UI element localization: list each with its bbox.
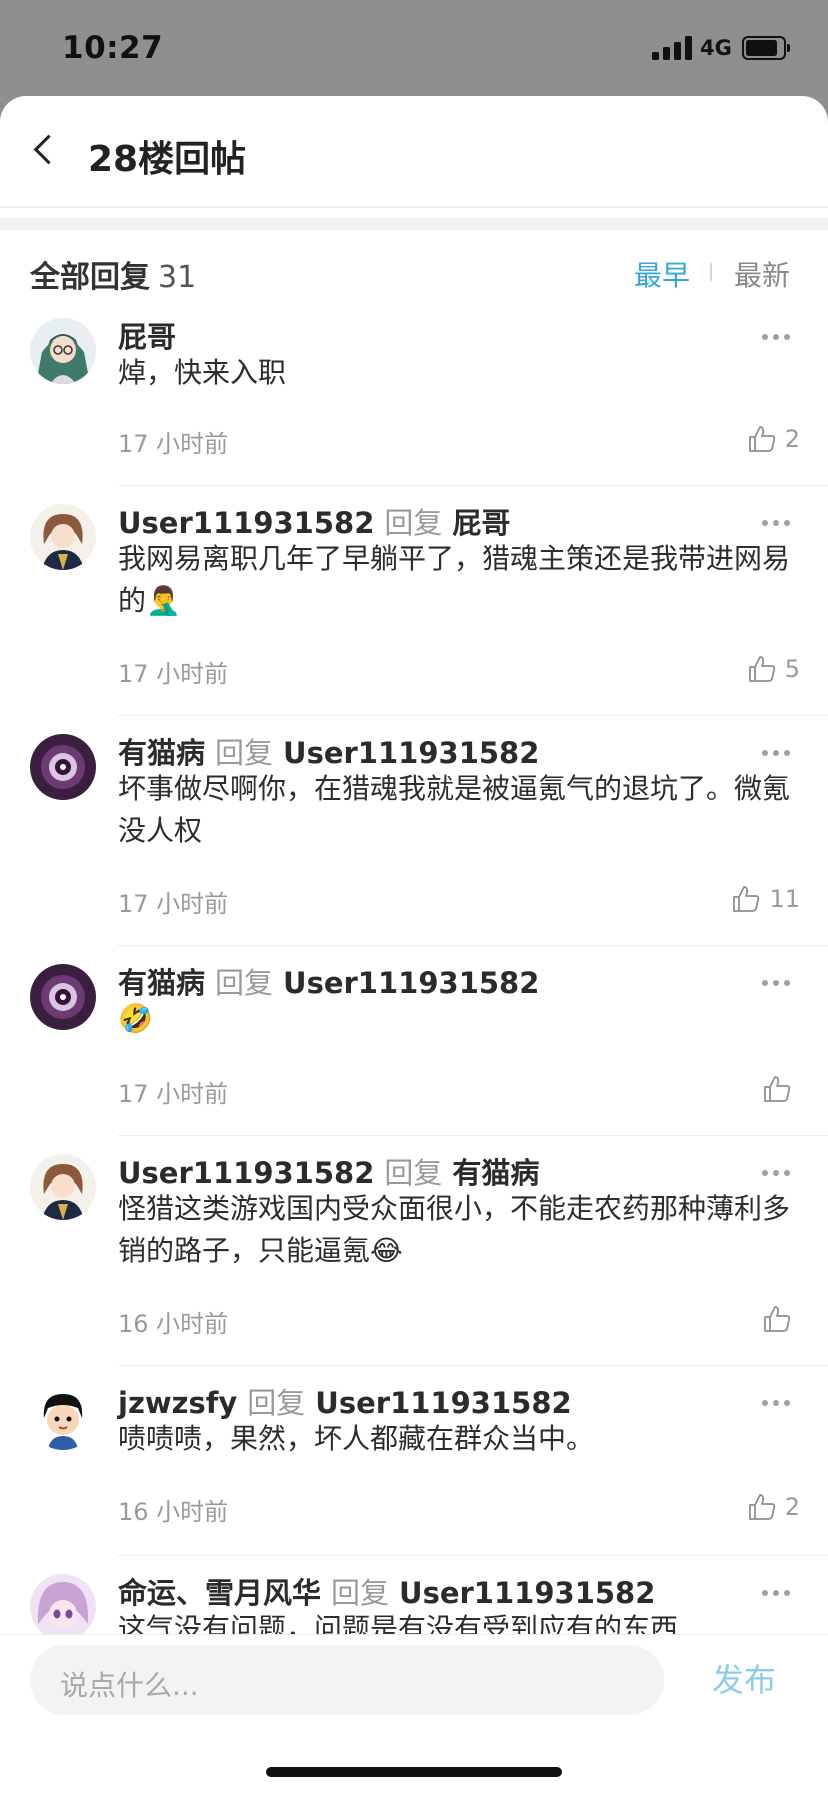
reply-text: 我网易离职几年了早躺平了，猎魂主策还是我带进网易的🤦‍♂️: [118, 542, 791, 617]
reply-header-line: 屁哥: [118, 314, 176, 356]
battery-icon: [742, 36, 790, 60]
username[interactable]: 屁哥: [118, 320, 176, 354]
reply-count: 31: [158, 260, 197, 295]
reply-text: 啧啧啧，果然，坏人都藏在群众当中。: [118, 1422, 595, 1455]
publish-button[interactable]: 发布: [712, 1655, 776, 1701]
like-count: 11: [769, 885, 800, 913]
reply-text: 🤣: [118, 1002, 153, 1035]
reply-header-line: User111931582 回复 有猫病: [118, 1150, 539, 1192]
reply-target-username[interactable]: 有猫病: [452, 1156, 539, 1190]
avatar[interactable]: [30, 1384, 96, 1450]
reply-item[interactable]: jzwzsfy 回复 User111931582 啧啧啧，果然，坏人都藏在群众当中。…: [0, 1366, 828, 1556]
like-count: 2: [784, 425, 800, 453]
more-options-icon[interactable]: [762, 520, 794, 528]
back-arrow-icon[interactable]: [24, 124, 64, 174]
more-options-icon[interactable]: [762, 1170, 794, 1178]
reply-text: 坏事做尽啊你，在猎魂我就是被逼氪气的退坑了。微氪没人权: [118, 772, 791, 847]
reply-time: 17 小时前: [118, 660, 229, 688]
more-options-icon[interactable]: [762, 1590, 794, 1598]
nav-bar: 28楼回帖: [0, 96, 828, 206]
avatar[interactable]: [30, 318, 96, 384]
reply-target-username[interactable]: User111931582: [399, 1576, 655, 1610]
more-options-icon[interactable]: [762, 1400, 794, 1408]
reply-verb: 回复: [215, 966, 274, 1000]
reply-time: 16 小时前: [118, 1310, 229, 1338]
like-button[interactable]: [762, 1302, 800, 1336]
replies-title: 全部回复 31: [30, 260, 197, 295]
status-bar: 10:27 4G: [0, 0, 828, 96]
reply-item[interactable]: 屁哥 焯，快来入职 17 小时前 2: [0, 300, 828, 486]
like-button[interactable]: 2: [747, 1490, 800, 1524]
like-button[interactable]: 5: [747, 652, 800, 686]
home-indicator[interactable]: [266, 1767, 562, 1777]
comment-input-placeholder: 说点什么...: [60, 1669, 199, 1702]
reply-verb: 回复: [384, 1156, 443, 1190]
reply-header-line: 有猫病 回复 User111931582: [118, 730, 539, 772]
like-count: 5: [784, 655, 800, 683]
reply-header-line: User111931582 回复 屁哥: [118, 500, 510, 542]
reply-item[interactable]: 有猫病 回复 User111931582 坏事做尽啊你，在猎魂我就是被逼氪气的退坑了…: [0, 716, 828, 946]
username[interactable]: User111931582: [118, 506, 374, 540]
thumbs-up-icon: [733, 886, 760, 912]
reply-verb: 回复: [247, 1386, 306, 1420]
sort-divider: [710, 263, 712, 281]
username[interactable]: jzwzsfy: [118, 1386, 237, 1420]
reply-list: 屁哥 焯，快来入职 17 小时前 2 User111931582 回复 屁哥 我网易…: [0, 300, 828, 1686]
like-button[interactable]: 11: [731, 882, 800, 916]
divider: [0, 206, 828, 208]
reply-text: 怪猎这类游戏国内受众面很小，不能走农药那种薄利多销的路子，只能逼氪😂: [118, 1192, 791, 1267]
thumbs-up-icon: [748, 656, 775, 682]
reply-item[interactable]: 有猫病 回复 User111931582 🤣 17 小时前: [0, 946, 828, 1136]
more-options-icon[interactable]: [762, 980, 794, 988]
comment-composer: 说点什么... 发布: [0, 1634, 828, 1793]
thumbs-up-icon: [764, 1076, 791, 1102]
sort-earliest-tab[interactable]: 最早: [634, 254, 690, 294]
reply-target-username[interactable]: User111931582: [283, 736, 539, 770]
reply-sheet: 28楼回帖 全部回复 31 最早 最新 屁哥 焯，快来入职 17 小时前 2 U…: [0, 96, 828, 1792]
username[interactable]: 有猫病: [118, 966, 205, 1000]
like-button[interactable]: 2: [747, 422, 800, 456]
page-title: 28楼回帖: [88, 139, 247, 180]
avatar[interactable]: [30, 504, 96, 570]
like-button[interactable]: [762, 1072, 800, 1106]
reply-text: 焯，快来入职: [118, 356, 287, 389]
more-options-icon[interactable]: [762, 334, 794, 342]
avatar[interactable]: [30, 1154, 96, 1220]
reply-verb: 回复: [331, 1576, 390, 1610]
network-type: 4G: [700, 36, 732, 60]
reply-target-username[interactable]: User111931582: [315, 1386, 571, 1420]
reply-time: 16 小时前: [118, 1498, 229, 1526]
username[interactable]: User111931582: [118, 1156, 374, 1190]
replies-header: 全部回复 31 最早 最新: [0, 230, 828, 300]
reply-item[interactable]: User111931582 回复 有猫病 怪猎这类游戏国内受众面很小，不能走农药那种…: [0, 1136, 828, 1366]
reply-header-line: jzwzsfy 回复 User111931582: [118, 1380, 572, 1422]
username[interactable]: 命运、雪月风华: [118, 1576, 321, 1610]
more-options-icon[interactable]: [762, 750, 794, 758]
signal-icon: [652, 36, 694, 60]
reply-header-line: 命运、雪月风华 回复 User111931582: [118, 1570, 655, 1612]
avatar[interactable]: [30, 964, 96, 1030]
comment-input[interactable]: 说点什么...: [30, 1645, 664, 1715]
avatar[interactable]: [30, 734, 96, 800]
reply-target-username[interactable]: User111931582: [283, 966, 539, 1000]
reply-time: 17 小时前: [118, 890, 229, 918]
reply-verb: 回复: [384, 506, 443, 540]
sort-newest-tab[interactable]: 最新: [734, 254, 790, 294]
reply-target-username[interactable]: 屁哥: [452, 506, 510, 540]
username[interactable]: 有猫病: [118, 736, 205, 770]
like-count: 2: [784, 1493, 800, 1521]
thumbs-up-icon: [748, 1494, 775, 1520]
section-gap: [0, 218, 828, 230]
reply-header-line: 有猫病 回复 User111931582: [118, 960, 539, 1002]
reply-time: 17 小时前: [118, 430, 229, 458]
reply-verb: 回复: [215, 736, 274, 770]
thumbs-up-icon: [748, 426, 775, 452]
reply-time: 17 小时前: [118, 1080, 229, 1108]
avatar[interactable]: [30, 1574, 96, 1640]
reply-item[interactable]: User111931582 回复 屁哥 我网易离职几年了早躺平了，猎魂主策还是我带进…: [0, 486, 828, 716]
thumbs-up-icon: [764, 1306, 791, 1332]
status-time: 10:27: [62, 30, 164, 66]
